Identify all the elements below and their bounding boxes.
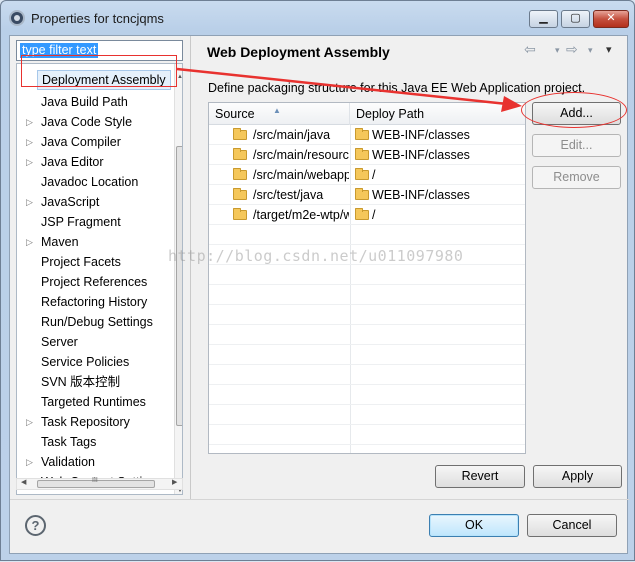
annotation-arrow xyxy=(176,67,522,112)
properties-dialog: Properties for tcncjqms ▁ ▢ ✕ type filte… xyxy=(0,0,635,561)
